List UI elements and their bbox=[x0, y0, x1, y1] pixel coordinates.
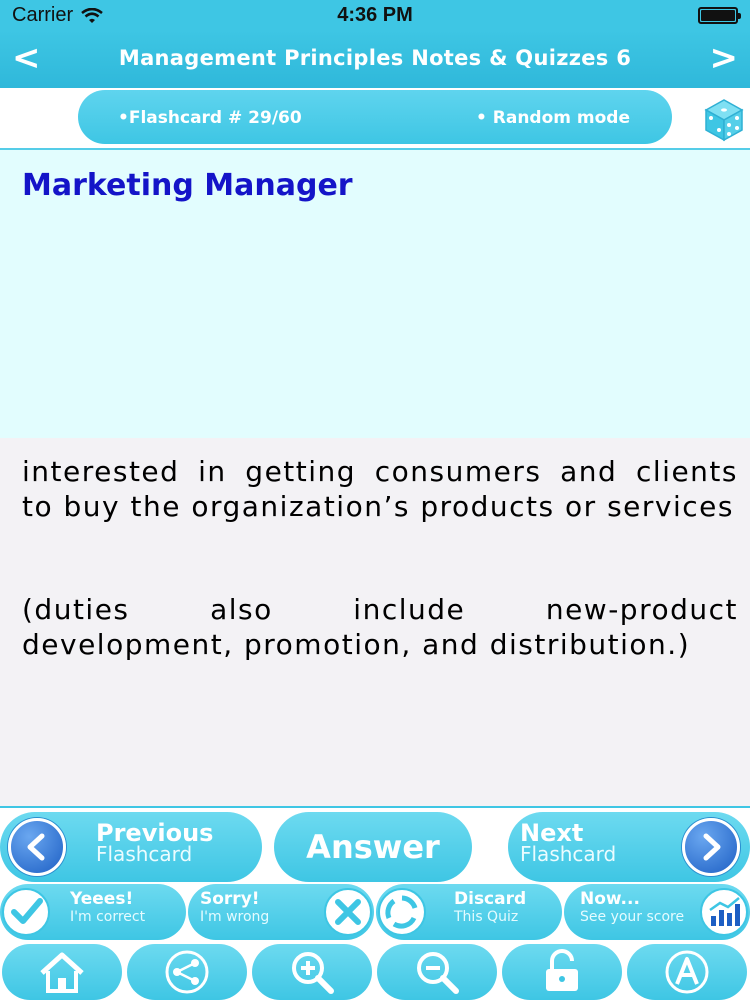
share-icon bbox=[165, 950, 209, 994]
answer-button[interactable]: Answer bbox=[274, 812, 472, 882]
bottom-toolbar bbox=[0, 942, 750, 1000]
zoom-in-icon bbox=[292, 952, 334, 994]
correct-button[interactable]: Yeees! I'm correct bbox=[0, 884, 186, 940]
see-score-label-sub: See your score bbox=[580, 909, 685, 925]
zoom-out-button[interactable] bbox=[377, 944, 497, 1000]
see-score-label-main: Now... bbox=[580, 889, 640, 909]
zoom-in-button[interactable] bbox=[252, 944, 372, 1000]
font-icon bbox=[665, 950, 709, 994]
flashcard-controls: Previous Flashcard Answer Next Flashcard bbox=[0, 806, 750, 884]
wrong-label-main: Sorry! bbox=[200, 889, 260, 909]
flashcard-info-strip: •Flashcard # 29/60 • Random mode bbox=[0, 88, 750, 148]
flashcard-counter: •Flashcard # 29/60 bbox=[118, 108, 302, 128]
recycle-icon bbox=[378, 888, 426, 936]
page-title: Management Principles Notes & Quizzes 6 bbox=[118, 46, 632, 70]
nav-bar: < Management Principles Notes & Quizzes … bbox=[0, 30, 750, 88]
font-size-button[interactable] bbox=[627, 944, 747, 1000]
correct-label-main: Yeees! bbox=[70, 889, 134, 909]
next-label-sub: Flashcard bbox=[520, 842, 617, 866]
forward-button[interactable]: > bbox=[710, 38, 739, 78]
clock: 4:36 PM bbox=[337, 4, 413, 26]
previous-flashcard-button[interactable]: Previous Flashcard bbox=[0, 812, 262, 882]
correct-label-sub: I'm correct bbox=[70, 909, 146, 925]
wrong-label: Sorry! I'm wrong bbox=[200, 891, 269, 926]
discard-label-sub: This Quiz bbox=[454, 909, 519, 925]
chevron-right-icon bbox=[682, 818, 740, 876]
see-score-button[interactable]: Now... See your score bbox=[564, 884, 750, 940]
zoom-out-icon bbox=[417, 952, 459, 994]
see-score-label: Now... See your score bbox=[580, 891, 684, 926]
lock-button[interactable] bbox=[502, 944, 622, 1000]
answer-paragraph-1: interested in getting consumers and clie… bbox=[22, 455, 738, 523]
next-flashcard-button[interactable]: Next Flashcard bbox=[508, 812, 750, 882]
answer-panel: interested in getting consumers and clie… bbox=[0, 438, 750, 806]
previous-label-sub: Flashcard bbox=[96, 842, 193, 866]
answer-paragraph-2: (duties also include new-product develop… bbox=[22, 593, 738, 661]
question-panel: Marketing Manager bbox=[0, 148, 750, 438]
wrong-button[interactable]: Sorry! I'm wrong bbox=[188, 884, 374, 940]
correct-label: Yeees! I'm correct bbox=[70, 891, 145, 926]
back-button[interactable]: < bbox=[12, 38, 41, 78]
discard-label: Discard This Quiz bbox=[454, 891, 526, 926]
wrong-label-sub: I'm wrong bbox=[200, 909, 270, 925]
dice-icon[interactable] bbox=[702, 96, 746, 142]
lock-icon bbox=[546, 949, 578, 991]
bar-chart-icon bbox=[700, 888, 748, 936]
next-label: Next Flashcard bbox=[520, 821, 617, 866]
checkmark-icon bbox=[2, 888, 50, 936]
score-buttons-row: Yeees! I'm correct Sorry! I'm wrong Disc… bbox=[0, 884, 750, 942]
share-button[interactable] bbox=[127, 944, 247, 1000]
previous-label: Previous Flashcard bbox=[96, 821, 213, 866]
cross-icon bbox=[324, 888, 372, 936]
discard-quiz-button[interactable]: Discard This Quiz bbox=[376, 884, 562, 940]
home-button[interactable] bbox=[2, 944, 122, 1000]
home-icon bbox=[40, 952, 84, 993]
discard-label-main: Discard bbox=[454, 889, 527, 909]
chevron-left-icon bbox=[8, 818, 66, 876]
status-bar: Carrier 4:36 PM bbox=[0, 0, 750, 30]
battery-icon bbox=[698, 7, 741, 24]
flashcard-info-pill: •Flashcard # 29/60 • Random mode bbox=[78, 90, 672, 144]
random-mode-label[interactable]: • Random mode bbox=[476, 108, 630, 128]
flashcard-term: Marketing Manager bbox=[22, 168, 353, 203]
